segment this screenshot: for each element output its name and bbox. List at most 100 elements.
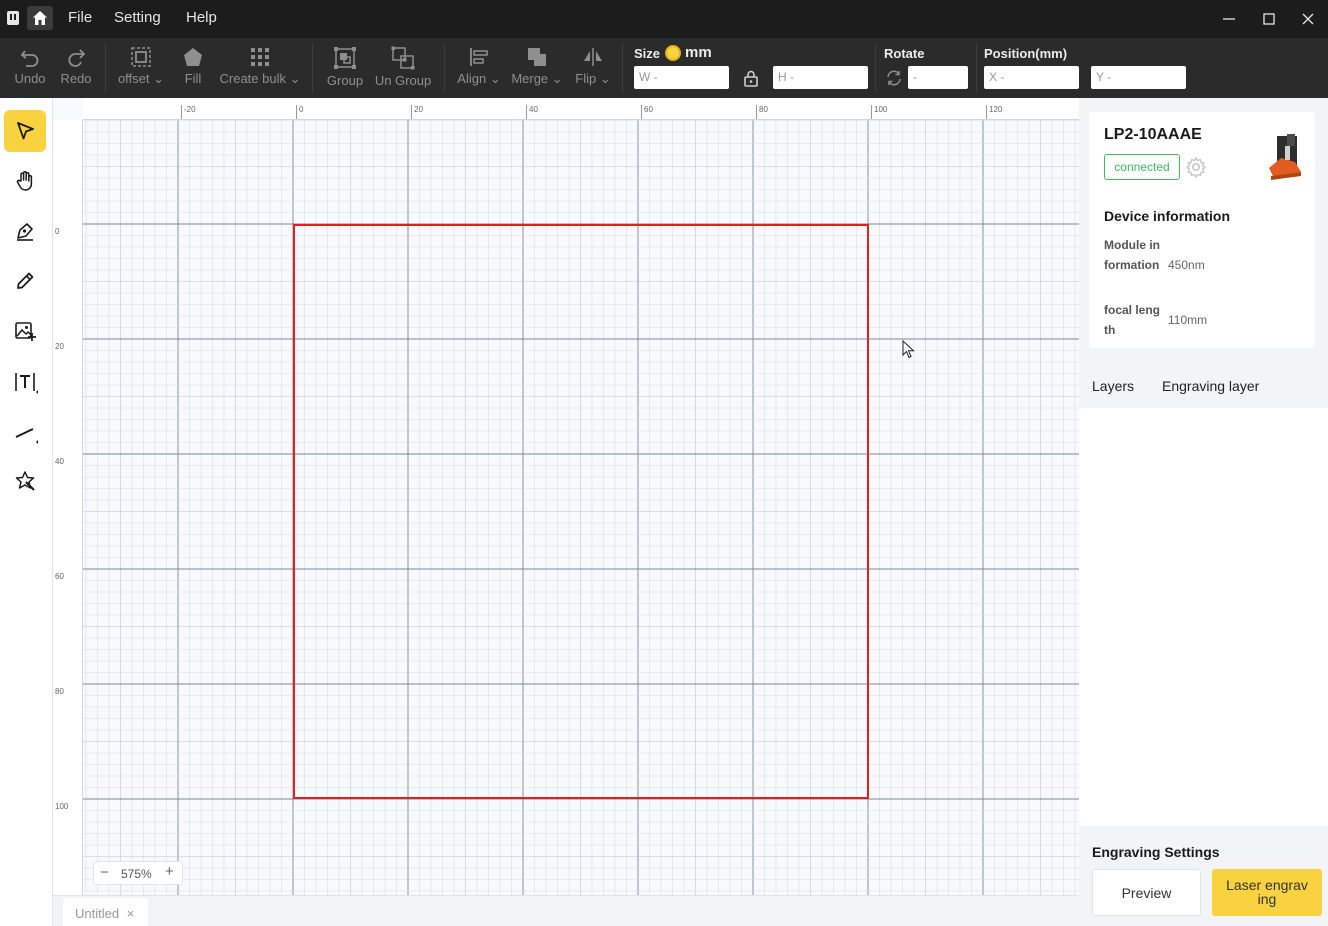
maximize-icon[interactable]: [1259, 9, 1279, 29]
layer-tabs: Layers Engraving layer: [1079, 364, 1328, 408]
align-text: Align: [457, 71, 487, 86]
text-tool[interactable]: [4, 360, 46, 402]
redo-icon: [68, 49, 86, 67]
tab-layers[interactable]: Layers: [1092, 378, 1134, 394]
focal-length-value: 110mm: [1168, 313, 1208, 327]
height-input[interactable]: H -: [773, 66, 868, 89]
merge-label: Merge ⌄: [511, 71, 563, 86]
y-position-input[interactable]: Y -: [1091, 66, 1186, 89]
tab-engraving-layer[interactable]: Engraving layer: [1162, 378, 1259, 394]
v-ruler-tick: 60: [55, 572, 64, 581]
flip-text: Flip: [575, 71, 597, 86]
align-label: Align ⌄: [457, 71, 501, 86]
left-tool-panel: [0, 98, 53, 926]
h-ruler-tick: 120: [986, 105, 1002, 119]
select-tool[interactable]: [4, 110, 46, 152]
mouse-cursor-icon: [902, 340, 915, 359]
v-ruler-tick: 0: [55, 227, 60, 236]
fill-pentagon-icon: [184, 48, 202, 66]
redo-button[interactable]: Redo: [56, 38, 96, 98]
module-info-key: Module information: [1104, 238, 1160, 272]
hand-tool[interactable]: [4, 160, 46, 202]
app-logo-icon: [7, 11, 19, 25]
horizontal-ruler: [83, 98, 1079, 120]
pencil-tool[interactable]: [4, 260, 46, 302]
minimize-icon[interactable]: [1219, 9, 1239, 29]
title-bar: File Setting Help: [0, 0, 1328, 38]
focal-length-key: focal length: [1104, 303, 1161, 337]
zoom-level: 575%: [121, 867, 152, 881]
group-button[interactable]: Group: [322, 38, 368, 98]
home-button[interactable]: [27, 6, 53, 30]
connection-status-badge: connected: [1104, 154, 1180, 180]
toolbar-divider: [875, 44, 876, 92]
toolbar-divider: [312, 44, 313, 92]
ungroup-button[interactable]: Un Group: [372, 38, 434, 98]
engraving-settings-title: Engraving Settings: [1092, 844, 1220, 860]
group-label: Group: [326, 73, 364, 88]
layer-list: [1079, 408, 1328, 826]
select-icon: [17, 122, 34, 140]
redo-label: Redo: [60, 71, 92, 86]
create-bulk-text: Create bulk: [219, 71, 286, 86]
magic-icon: [15, 471, 35, 491]
merge-button[interactable]: Merge ⌄: [509, 38, 565, 98]
toolbar-divider: [622, 44, 623, 92]
ungroup-label: Un Group: [374, 73, 432, 88]
laser-engraving-button[interactable]: Laser engraving: [1212, 869, 1322, 916]
magic-tool[interactable]: [4, 460, 46, 502]
text-icon: [15, 373, 38, 394]
menu-file[interactable]: File: [68, 9, 92, 26]
undo-label: Undo: [14, 71, 46, 86]
line-tool[interactable]: [4, 410, 46, 452]
laser-engraving-label: Laser engraving: [1226, 877, 1308, 907]
grid-bulk-icon: [251, 48, 269, 66]
toolbar-divider: [105, 44, 106, 92]
h-ruler-tick: 0: [296, 105, 303, 119]
v-ruler-tick: 80: [55, 687, 64, 696]
menu-setting[interactable]: Setting: [114, 9, 161, 26]
add-image-icon: [15, 322, 36, 341]
right-panel: LP2-10AAAE connected Device information …: [1079, 98, 1328, 926]
zoom-in-button[interactable]: +: [165, 863, 174, 880]
merge-icon: [528, 48, 546, 66]
flip-button[interactable]: Flip ⌄: [573, 38, 613, 98]
flip-icon: [584, 48, 602, 66]
create-bulk-label: Create bulk ⌄: [219, 71, 301, 86]
align-button[interactable]: Align ⌄: [454, 38, 504, 98]
h-ruler-tick: 20: [411, 105, 423, 119]
undo-button[interactable]: Undo: [10, 38, 50, 98]
offset-text: offset: [117, 71, 150, 86]
merge-text: Merge: [511, 71, 549, 86]
document-tab[interactable]: Untitled ×: [63, 898, 148, 926]
offset-label: offset ⌄: [117, 71, 165, 86]
device-name: LP2-10AAAE: [1104, 126, 1202, 143]
position-label: Position(mm): [984, 46, 1068, 61]
h-ruler-tick: 40: [526, 105, 538, 119]
x-position-input[interactable]: X -: [984, 66, 1079, 89]
menu-help[interactable]: Help: [186, 9, 217, 26]
line-icon: [15, 428, 38, 444]
rotate-icon: [887, 70, 901, 86]
document-tabs: Untitled ×: [53, 895, 1079, 926]
fill-button[interactable]: Fill: [174, 38, 212, 98]
device-settings-gear-icon[interactable]: [1185, 156, 1207, 178]
design-canvas[interactable]: -20 0 20 40 60 80 100 120 0 20 40 60 80 100 − 575% +: [53, 98, 1079, 895]
close-icon[interactable]: [1298, 9, 1318, 29]
unit-toggle-icon[interactable]: [665, 45, 681, 61]
zoom-out-button[interactable]: −: [100, 864, 109, 881]
offset-button[interactable]: offset ⌄: [115, 38, 167, 98]
create-bulk-button[interactable]: Create bulk ⌄: [218, 38, 302, 98]
pen-tool[interactable]: [4, 210, 46, 252]
rotate-input[interactable]: -: [908, 66, 968, 89]
v-ruler-tick: 20: [55, 342, 64, 351]
v-ruler-tick: 100: [55, 802, 69, 811]
hand-icon: [16, 171, 33, 191]
width-input[interactable]: W -: [634, 66, 729, 89]
vertical-ruler: [53, 120, 83, 895]
preview-button[interactable]: Preview: [1092, 869, 1201, 916]
offset-icon: [131, 47, 151, 67]
close-tab-icon[interactable]: ×: [127, 906, 135, 921]
lock-ratio-icon[interactable]: [742, 69, 760, 87]
add-image-tool[interactable]: [4, 310, 46, 352]
